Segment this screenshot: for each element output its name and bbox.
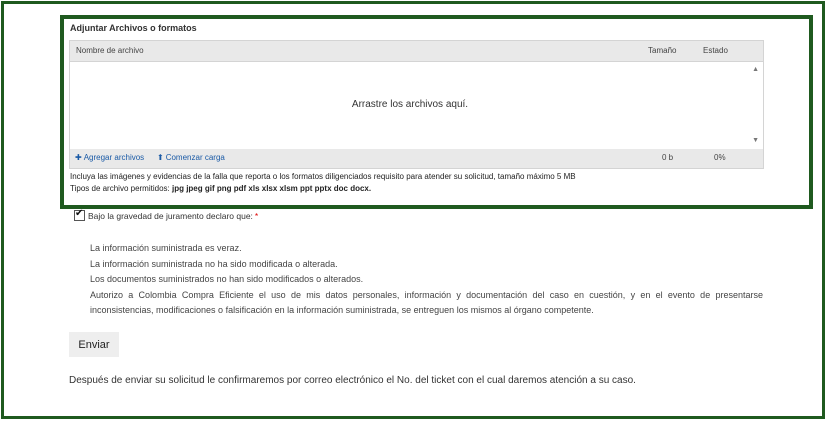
add-files-label: Agregar archivos xyxy=(83,153,145,162)
file-uploader: Nombre de archivo Tamaño Estado Arrastre… xyxy=(69,40,764,169)
column-header-status: Estado xyxy=(703,46,728,55)
send-button[interactable]: Enviar xyxy=(69,332,119,357)
file-drop-area[interactable]: Arrastre los archivos aquí. ▲ ▼ xyxy=(70,62,763,148)
upload-instructions: Incluya las imágenes y evidencias de la … xyxy=(70,171,576,195)
start-upload-button[interactable]: ⬆ Comenzar carga xyxy=(157,153,225,162)
start-upload-label: Comenzar carga xyxy=(165,153,225,162)
statement-item: La información suministrada es veraz. xyxy=(90,243,242,253)
add-files-button[interactable]: ✚ Agregar archivos xyxy=(75,153,144,162)
total-progress-percent: 0% xyxy=(714,153,726,162)
statement-item: Autorizo a Colombia Compra Eficiente el … xyxy=(90,289,763,300)
required-marker: * xyxy=(254,210,259,221)
oath-checkbox[interactable]: ✔ xyxy=(74,208,85,221)
confirmation-note: Después de enviar su solicitud le confir… xyxy=(69,375,636,386)
plus-icon: ✚ xyxy=(75,153,82,162)
oath-declaration: ✔ Bajo la gravedad de juramento declaro … xyxy=(74,208,259,221)
scroll-up-icon[interactable]: ▲ xyxy=(752,66,759,73)
total-size: 0 b xyxy=(662,153,674,162)
oath-label: Bajo la gravedad de juramento declaro qu… xyxy=(88,210,253,221)
statement-item: Los documentos suministrados no han sido… xyxy=(90,274,364,284)
arrow-up-icon: ⬆ xyxy=(157,153,164,162)
scroll-down-icon[interactable]: ▼ xyxy=(752,137,759,144)
allowed-file-types: Tipos de archivo permitidos: jpg jpeg gi… xyxy=(70,183,576,195)
column-header-file-name: Nombre de archivo xyxy=(76,46,144,55)
drop-area-text: Arrastre los archivos aquí. xyxy=(351,99,469,110)
allowed-types-label: Tipos de archivo permitidos: xyxy=(70,184,172,193)
declaration-statements: La información suministrada es veraz. La… xyxy=(90,241,763,319)
upload-help-text: Incluya las imágenes y evidencias de la … xyxy=(70,172,576,181)
allowed-types-list: jpg jpeg gif png pdf xls xlsx xlsm ppt p… xyxy=(171,184,372,193)
column-header-size: Tamaño xyxy=(648,46,677,55)
statement-item: inconsistencias, modificaciones o falsif… xyxy=(90,305,594,315)
uploader-footer: ✚ Agregar archivos ⬆ Comenzar carga 0 b 0% xyxy=(70,149,763,168)
statement-item: La información suministrada no ha sido m… xyxy=(90,258,338,269)
upload-section-title: Adjuntar Archivos o formatos xyxy=(70,23,197,33)
uploader-header: Nombre de archivo Tamaño Estado xyxy=(70,41,763,62)
check-icon: ✔ xyxy=(75,208,84,219)
